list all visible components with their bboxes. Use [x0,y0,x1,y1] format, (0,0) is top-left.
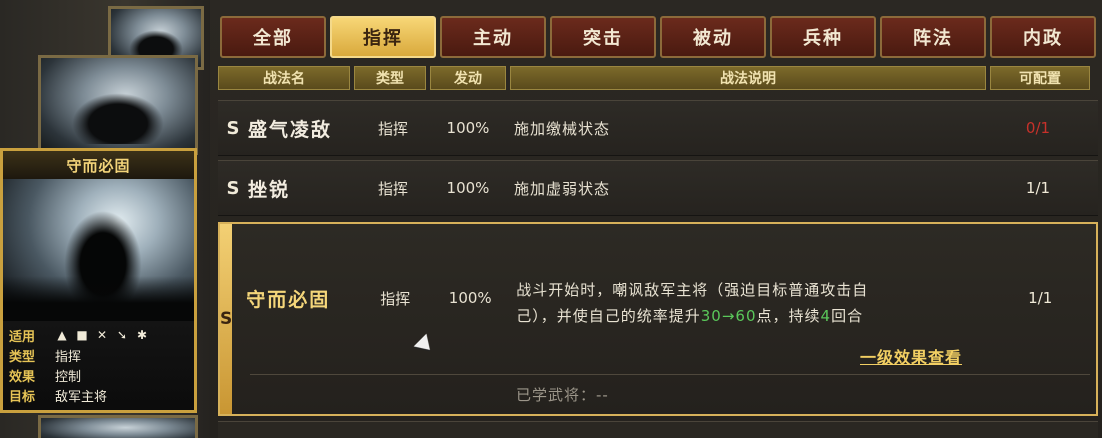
tab-domestic[interactable]: 内政 [990,16,1096,58]
table-row[interactable]: S 挫锐 指挥 100% 施加虚弱状态 1/1 [218,160,1098,216]
level-one-effect-link[interactable]: 一级效果查看 [860,344,962,368]
header-rate: 发动 [430,66,506,90]
table-row-selected[interactable]: S 守而必固 指挥 100% 战斗开始时，嘲讽敌军主将（强迫目标普通攻击自 己）… [218,222,1098,416]
desc-text: 回合 [831,307,864,325]
grade-label: S [226,117,240,139]
bow-icon: ✕ [96,328,108,342]
tactic-rate: 100% [446,179,490,197]
tactic-card-info: 适用 ▲ ■ ✕ ➘ ✱ 类型 指挥 效果 控制 目标 敌军主将 [3,321,194,410]
divider [250,374,1090,375]
info-row-type: 类型 指挥 [9,345,188,365]
info-key: 适用 [9,329,36,345]
table-row[interactable] [218,421,1098,438]
header-avail: 可配置 [990,66,1090,90]
wheel-icon: ✱ [136,328,148,342]
grade-label: S [226,177,240,199]
info-row-effect: 效果 控制 [9,365,188,385]
tab-command[interactable]: 指挥 [330,16,436,58]
info-row-applicable: 适用 ▲ ■ ✕ ➘ ✱ [9,325,188,345]
desc-text: 点，持续 [756,307,821,325]
info-row-target: 目标 敌军主将 [9,385,188,405]
tactic-type: 指挥 [377,179,408,198]
info-key: 效果 [9,369,36,385]
tactic-card-art [3,179,194,321]
left-card-area: 守而必固 适用 ▲ ■ ✕ ➘ ✱ 类型 指挥 效果 控制 目标 敌军主将 [0,0,210,438]
tactic-name: 挫锐 [248,178,291,201]
card-thumbnail[interactable] [38,415,198,438]
tactic-list-panel: 全部 指挥 主动 突击 被动 兵种 阵法 内政 战法名 类型 发动 战法说明 可… [210,0,1102,438]
desc-line-2: 己），并使自己的统率提升30→60点，持续4回合 [516,303,870,329]
card-silhouette [71,92,165,145]
grade-label: S [220,224,233,414]
learned-generals: 已学武将：-- [516,386,609,404]
cavalry-icon: ▲ [57,328,67,342]
tactic-card[interactable]: 守而必固 适用 ▲ ■ ✕ ➘ ✱ 类型 指挥 效果 控制 目标 敌军主将 [0,148,197,413]
selected-row-content: 守而必固 指挥 100% 战斗开始时，嘲讽敌军主将（强迫目标普通攻击自 己），并… [232,224,1100,372]
tactic-type: 指挥 [380,289,411,308]
tactic-card-title: 守而必固 [66,156,131,175]
tab-all[interactable]: 全部 [220,16,326,58]
troop-icons: ▲ ■ ✕ ➘ ✱ [55,328,149,342]
tab-formation[interactable]: 阵法 [880,16,986,58]
table-row[interactable]: S 盛气凌敌 指挥 100% 施加缴械状态 0/1 [218,100,1098,156]
tab-active[interactable]: 主动 [440,16,546,58]
tactic-desc: 施加缴械状态 [514,119,611,138]
tactic-name: 守而必固 [246,288,331,311]
info-key: 目标 [9,389,36,405]
tactic-avail: 1/1 [1028,289,1053,307]
tactic-rate: 100% [446,119,490,137]
tab-troop[interactable]: 兵种 [770,16,876,58]
info-value: 指挥 [55,349,82,365]
desc-line-1: 战斗开始时，嘲讽敌军主将（强迫目标普通攻击自 [516,281,869,299]
info-value: 敌军主将 [55,389,108,405]
tab-assault[interactable]: 突击 [550,16,656,58]
tactic-desc: 施加虚弱状态 [514,179,611,198]
category-tabs: 全部 指挥 主动 突击 被动 兵种 阵法 内政 [220,16,1096,58]
tactic-avail: 1/1 [1025,179,1051,197]
table-header: 战法名 类型 发动 战法说明 可配置 [218,66,1090,90]
tactic-type: 指挥 [377,119,408,138]
info-value: 控制 [55,369,82,385]
header-desc: 战法说明 [510,66,986,90]
tactic-name: 盛气凌敌 [248,118,333,141]
header-name: 战法名 [218,66,350,90]
tactic-rate: 100% [448,289,492,307]
stat-value: 30→60 [700,307,757,325]
tactic-avail: 0/1 [1025,119,1051,137]
card-thumbnail[interactable] [38,55,198,155]
duration-value: 4 [820,307,832,325]
soldiers-silhouette [3,276,194,321]
header-type: 类型 [354,66,426,90]
tactic-desc: 战斗开始时，嘲讽敌军主将（强迫目标普通攻击自 己），并使自己的统率提升30→60… [510,267,870,329]
info-key: 类型 [9,349,36,365]
shield-icon: ■ [76,328,88,342]
desc-text: 己），并使自己的统率提升 [516,307,701,325]
tactic-card-title-bar: 守而必固 [3,151,194,179]
tab-passive[interactable]: 被动 [660,16,766,58]
spear-icon: ➘ [116,328,128,342]
